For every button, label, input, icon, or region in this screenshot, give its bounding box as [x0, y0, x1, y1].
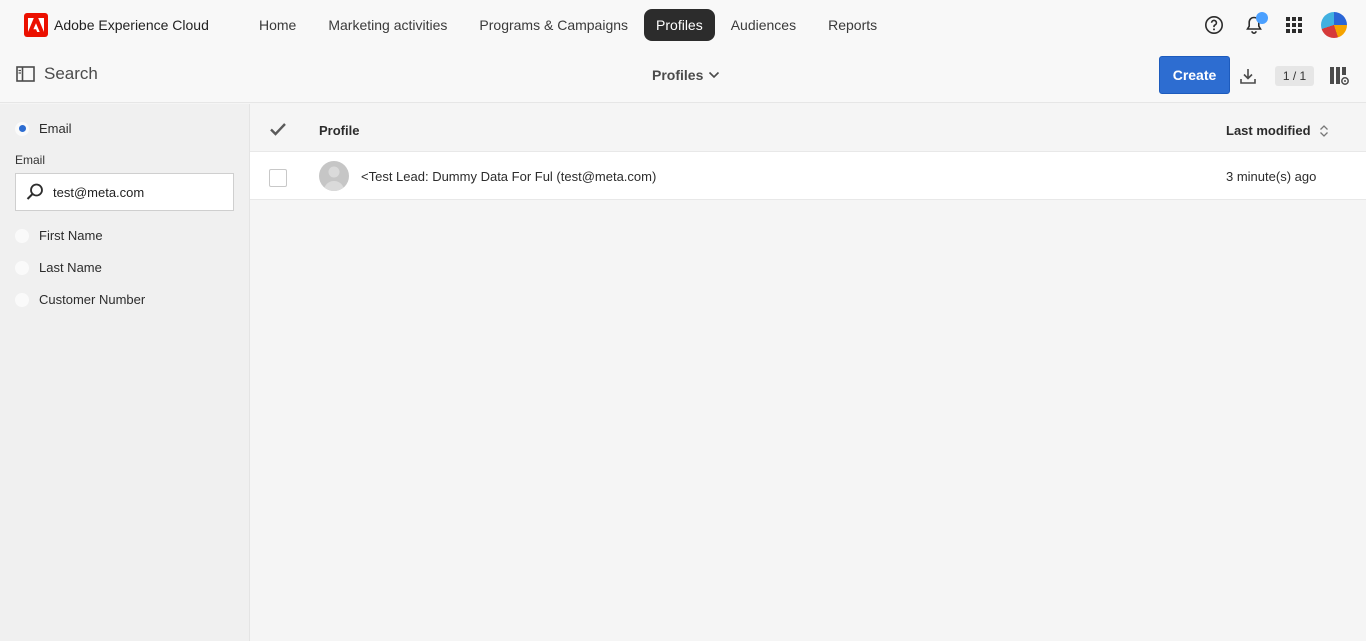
radio-first-name[interactable]: First Name	[15, 228, 103, 243]
search-panel-toggle[interactable]: Search	[16, 64, 98, 84]
nav-item-reports[interactable]: Reports	[812, 9, 893, 41]
radio-button[interactable]	[15, 228, 29, 243]
user-avatar[interactable]	[1318, 9, 1350, 41]
profile-avatar-icon	[319, 161, 349, 191]
nav-item-audiences[interactable]: Audiences	[715, 9, 812, 41]
chevron-down-icon	[709, 71, 720, 79]
top-navigation-bar: Adobe Experience Cloud Home Marketing ac…	[0, 0, 1366, 50]
radio-label-email: Email	[39, 121, 72, 136]
download-icon[interactable]	[1238, 66, 1258, 86]
last-modified-label: Last modified	[1226, 123, 1311, 138]
email-field-label: Email	[15, 153, 46, 167]
page-toolbar: Search Profiles Create 1 / 1	[0, 50, 1366, 103]
row-checkbox[interactable]	[269, 169, 287, 187]
column-header-profile[interactable]: Profile	[319, 123, 359, 138]
radio-label-last-name: Last Name	[39, 260, 102, 275]
email-search-input[interactable]	[53, 184, 223, 200]
apps-grid-icon[interactable]	[1278, 9, 1310, 41]
column-settings-icon[interactable]	[1329, 66, 1350, 86]
column-header-last-modified[interactable]: Last modified	[1226, 123, 1329, 138]
radio-customer-number[interactable]: Customer Number	[15, 292, 145, 307]
radio-last-name[interactable]: Last Name	[15, 260, 102, 275]
table-row[interactable]: <Test Lead: Dummy Data For Ful (test@met…	[250, 151, 1366, 200]
notifications-bell-icon[interactable]	[1238, 9, 1270, 41]
search-title: Search	[44, 64, 98, 83]
nav-item-home[interactable]: Home	[243, 9, 312, 41]
nav-item-profiles[interactable]: Profiles	[644, 9, 715, 41]
avatar-image	[1321, 12, 1347, 38]
main-nav: Home Marketing activities Programs & Cam…	[243, 0, 893, 50]
email-search-field[interactable]	[15, 173, 234, 211]
nav-item-marketing-activities[interactable]: Marketing activities	[312, 9, 463, 41]
search-icon	[26, 183, 43, 200]
profile-name[interactable]: <Test Lead: Dummy Data For Ful (test@met…	[361, 169, 656, 184]
profiles-table: Profile Last modified <Test Lead: Dummy …	[250, 104, 1366, 641]
help-icon[interactable]	[1198, 9, 1230, 41]
brand[interactable]: Adobe Experience Cloud	[24, 13, 243, 37]
radio-label-customer-number: Customer Number	[39, 292, 146, 307]
nav-item-programs-campaigns[interactable]: Programs & Campaigns	[463, 9, 644, 41]
last-modified-value: 3 minute(s) ago	[1226, 169, 1317, 184]
table-header: Profile Last modified	[250, 104, 1366, 151]
search-sidebar: Email Email First Name Last Name Custome…	[0, 104, 250, 641]
radio-button-selected[interactable]	[15, 121, 29, 136]
select-all-checkmark-icon[interactable]	[269, 121, 287, 137]
radio-label-first-name: First Name	[39, 228, 103, 243]
profiles-view-dropdown[interactable]: Profiles	[652, 67, 720, 83]
brand-name: Adobe Experience Cloud	[54, 17, 209, 33]
radio-button[interactable]	[15, 292, 29, 307]
create-button[interactable]: Create	[1159, 56, 1230, 94]
radio-button[interactable]	[15, 260, 29, 275]
page-counter: 1 / 1	[1275, 66, 1314, 86]
view-label: Profiles	[652, 67, 704, 83]
top-right-actions	[1190, 9, 1350, 41]
sidebar-panel-icon	[16, 66, 35, 82]
notification-badge	[1256, 12, 1268, 24]
radio-email[interactable]: Email	[15, 121, 72, 136]
adobe-logo-icon	[24, 13, 48, 37]
sort-icon[interactable]	[1319, 124, 1329, 138]
